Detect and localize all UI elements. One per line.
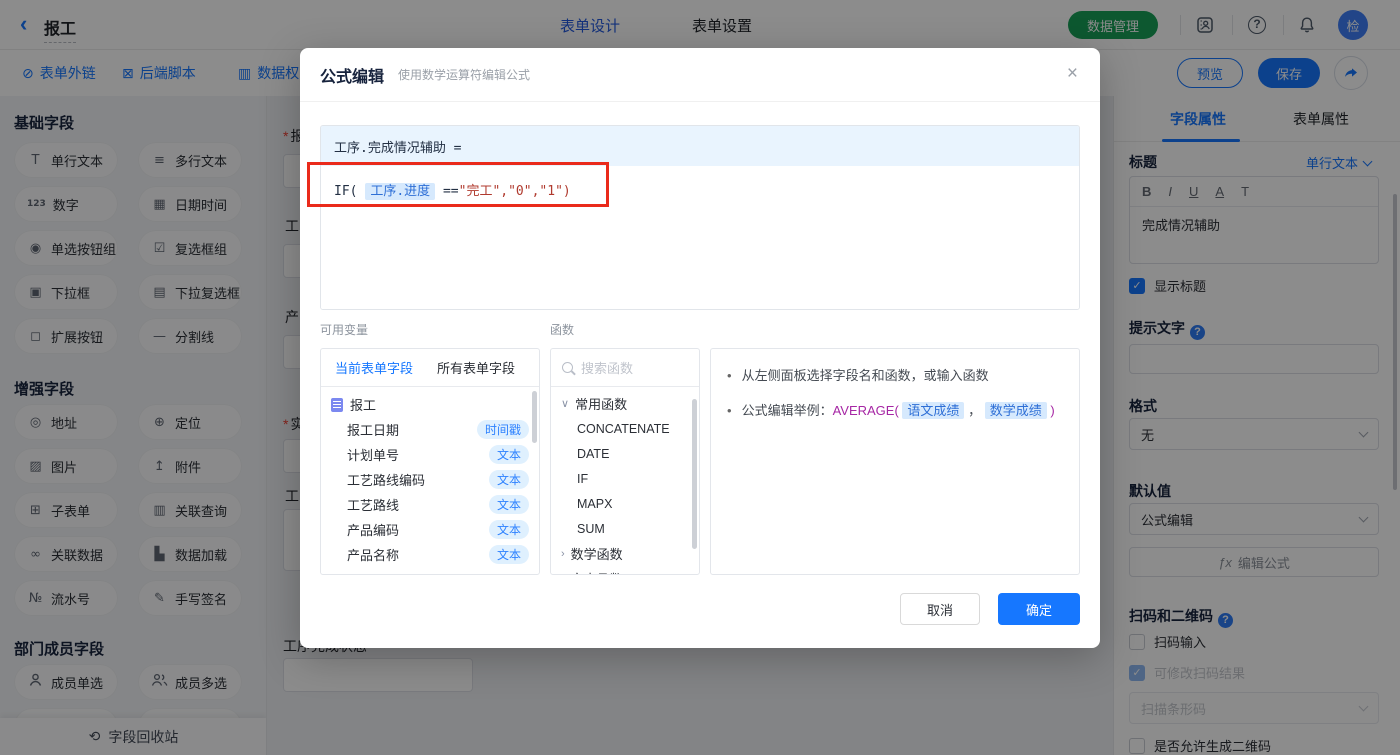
- formula-editor-modal: 公式编辑 使用数学运算符编辑公式 × 工序.完成情况辅助 = IF( 工序.进度…: [300, 48, 1100, 648]
- annotation-red-box: [307, 162, 609, 207]
- chevron-collapsed-icon: ›: [561, 547, 565, 560]
- variable-row[interactable]: 报工日期 时间戳: [321, 417, 539, 442]
- bullet-icon: •: [727, 403, 732, 418]
- screen: ‹ 报工 表单设计 表单设置 数据管理 ? 检 ⊘ 表单外链 ⊠ 后端脚本 ▥ …: [0, 0, 1400, 755]
- type-badge: 文本: [488, 445, 529, 464]
- variable-row[interactable]: 计划单号 文本: [321, 442, 539, 467]
- modal-header: 公式编辑 使用数学运算符编辑公式 ×: [300, 48, 1100, 102]
- tree-root[interactable]: 报工: [321, 392, 539, 417]
- chevron-collapsed-icon: ›: [561, 573, 565, 575]
- function-group-common[interactable]: ∨ 常用函数: [551, 391, 699, 416]
- function-item[interactable]: SUM: [551, 516, 699, 541]
- type-badge: 文本: [488, 495, 529, 514]
- variable-row[interactable]: 产品名称 文本: [321, 542, 539, 567]
- functions-panel: 搜索函数 ∨ 常用函数 CONCATENATE DATE IF MAPX SUM …: [550, 348, 700, 575]
- variables-panel: 当前表单字段 所有表单字段 报工 报工日期 时间戳 计划单号 文本 工艺路线编码 文本…: [320, 348, 540, 575]
- tree-root-label: 报工: [350, 398, 377, 413]
- formula-target: 工序.完成情况辅助 =: [321, 126, 1079, 166]
- chevron-expanded-icon: ∨: [561, 398, 570, 410]
- function-item[interactable]: CONCATENATE: [551, 416, 699, 441]
- search-placeholder: 搜索函数: [581, 361, 634, 376]
- tab-current-form-fields[interactable]: 当前表单字段: [335, 358, 413, 377]
- cancel-button[interactable]: 取消: [900, 593, 980, 625]
- function-group-math[interactable]: › 数学函数: [551, 541, 699, 566]
- function-item[interactable]: MAPX: [551, 491, 699, 516]
- modal-subtitle: 使用数学运算符编辑公式: [398, 68, 531, 82]
- type-badge: 文本: [488, 545, 529, 564]
- function-name: AVERAGE(: [832, 403, 899, 418]
- function-group-text[interactable]: ›文本函数: [551, 566, 699, 575]
- close-icon[interactable]: ×: [1067, 63, 1078, 85]
- type-badge: 文本: [488, 520, 529, 539]
- function-search[interactable]: 搜索函数: [551, 349, 699, 387]
- form-doc-icon: [331, 397, 343, 412]
- example-chip: 数学成绩: [984, 402, 1047, 419]
- confirm-button[interactable]: 确定: [998, 593, 1080, 625]
- modal-title: 公式编辑: [320, 68, 385, 86]
- help-example-line: • 公式编辑举例：AVERAGE( 语文成绩 ， 数学成绩 ): [727, 401, 1063, 421]
- tab-all-form-fields[interactable]: 所有表单字段: [437, 358, 515, 377]
- example-chip: 语文成绩: [902, 402, 965, 419]
- function-item[interactable]: IF: [551, 466, 699, 491]
- type-badge: 时间戳: [476, 420, 529, 439]
- functions-scrollbar[interactable]: [692, 399, 697, 549]
- variable-row[interactable]: 产品编码 文本: [321, 517, 539, 542]
- variable-row[interactable]: 工艺路线 文本: [321, 492, 539, 517]
- variables-tabs: 当前表单字段 所有表单字段: [321, 349, 539, 387]
- variable-row[interactable]: 工艺路线编码 文本: [321, 467, 539, 492]
- formula-editor: 工序.完成情况辅助 = IF( 工序.进度 =="完工","0","1"): [320, 125, 1080, 310]
- help-line: • 从左侧面板选择字段名和函数，或输入函数: [727, 366, 1063, 386]
- search-icon: [562, 362, 573, 373]
- functions-label: 函数: [550, 323, 575, 337]
- bullet-icon: •: [727, 368, 732, 383]
- formula-help-panel: • 从左侧面板选择字段名和函数，或输入函数 • 公式编辑举例：AVERAGE( …: [710, 348, 1080, 575]
- variables-scrollbar[interactable]: [532, 391, 537, 443]
- variables-label: 可用变量: [320, 323, 369, 337]
- type-badge: 文本: [488, 470, 529, 489]
- function-item[interactable]: DATE: [551, 441, 699, 466]
